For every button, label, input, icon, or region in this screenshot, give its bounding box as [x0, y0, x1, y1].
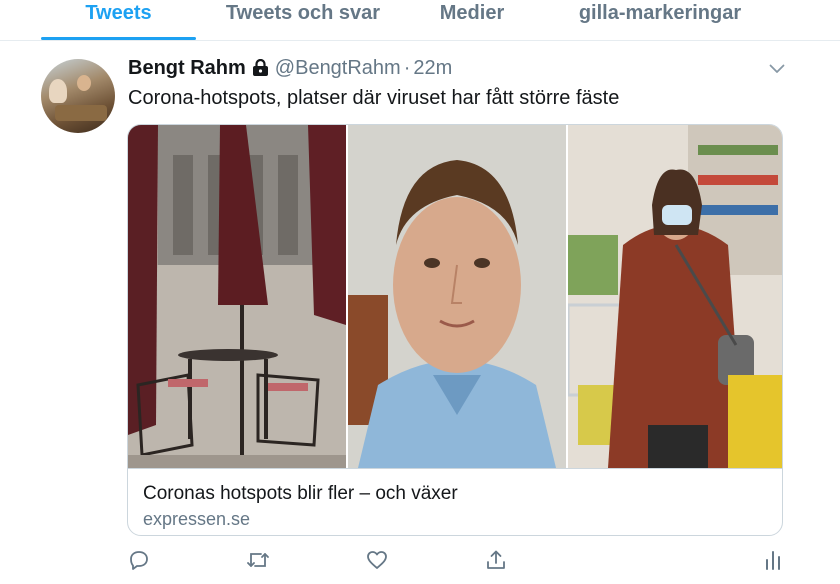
card-image-cafe-square: [128, 125, 346, 468]
tweet[interactable]: Bengt Rahm @BengtRahm · 22m Corona-hotsp…: [0, 41, 840, 584]
tab-tweets-label: Tweets: [85, 2, 152, 24]
separator: ·: [403, 56, 411, 79]
chevron-down-icon[interactable]: [766, 59, 788, 79]
tweet-text: Corona-hotspots, platser där viruset har…: [128, 87, 620, 109]
lock-icon: [252, 59, 269, 77]
card-footer: Coronas hotspots blir fler – och växer e…: [128, 468, 782, 535]
tab-media[interactable]: Medier: [420, 2, 524, 40]
tab-media-label: Medier: [439, 2, 505, 24]
tab-tweets[interactable]: Tweets: [41, 2, 196, 40]
tab-likes-label: gilla-markeringar: [578, 2, 742, 24]
tab-tweets-and-replies-label: Tweets och svar: [225, 2, 381, 24]
profile-tabs: Tweets Tweets och svar Medier gilla-mark…: [0, 0, 840, 41]
avatar-table: [55, 105, 107, 121]
retweet-icon[interactable]: [245, 547, 271, 573]
reply-icon[interactable]: [126, 547, 152, 573]
tweet-actions: [0, 547, 840, 573]
avatar-figure: [49, 79, 67, 103]
card-image-supermarket: [568, 125, 782, 468]
share-icon[interactable]: [483, 547, 509, 573]
card-image-portrait: [348, 125, 566, 468]
link-card[interactable]: Coronas hotspots blir fler – och växer e…: [127, 124, 783, 536]
card-domain: expressen.se: [143, 509, 251, 529]
card-title[interactable]: Coronas hotspots blir fler – och växer: [143, 483, 458, 505]
active-tab-indicator: [41, 37, 196, 40]
tab-tweets-and-replies[interactable]: Tweets och svar: [210, 2, 396, 40]
avatar[interactable]: [41, 59, 115, 133]
author-handle[interactable]: @BengtRahm: [275, 57, 401, 80]
card-image: [128, 125, 782, 468]
tweet-timestamp[interactable]: 22m: [413, 57, 452, 80]
tab-likes[interactable]: gilla-markeringar: [560, 2, 760, 40]
avatar-figure: [77, 75, 91, 91]
tweet-header: Bengt Rahm @BengtRahm · 22m: [128, 55, 452, 81]
analytics-icon[interactable]: [760, 547, 786, 573]
author-name[interactable]: Bengt Rahm: [128, 57, 246, 80]
like-icon[interactable]: [364, 547, 390, 573]
